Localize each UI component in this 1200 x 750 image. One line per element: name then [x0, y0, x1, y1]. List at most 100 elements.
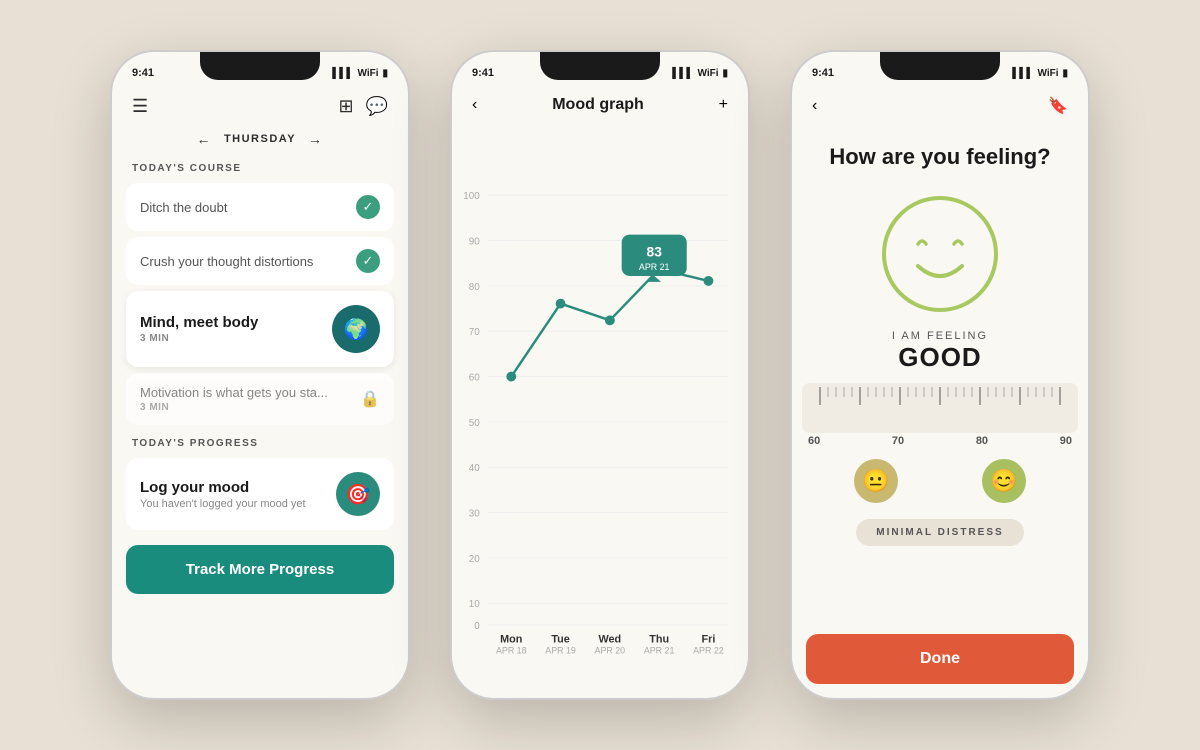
ruler[interactable]: [802, 383, 1078, 433]
next-day-arrow[interactable]: →: [308, 131, 324, 147]
wifi-icon-2: WiFi: [697, 68, 718, 79]
ruler-svg: [802, 387, 1078, 433]
course-item-1[interactable]: Ditch the doubt ✓: [126, 183, 394, 231]
svg-text:30: 30: [469, 508, 480, 519]
section-course-label: TODAY'S COURSE: [112, 153, 408, 180]
svg-text:Tue: Tue: [551, 634, 569, 646]
menu-icon[interactable]: ☰: [132, 96, 148, 117]
battery-icon-3: ▮: [1062, 68, 1068, 79]
ruler-container[interactable]: 60 70 80 90: [792, 383, 1088, 447]
course-sub-3: 3 MIN: [140, 333, 258, 344]
wifi-icon-3: WiFi: [1037, 68, 1058, 79]
signal-icon-3: ▌▌▌: [1012, 68, 1033, 79]
bookmark-icon-3[interactable]: 🔖: [1048, 96, 1068, 116]
header-right-icons: ⊞ 💬: [338, 96, 388, 117]
phone2-header: ‹ Mood graph +: [452, 88, 748, 122]
mood-graph-area: 100 90 80 70 60 50 40 30 20 10 0: [452, 122, 748, 698]
course-item-3-text: Mind, meet body 3 MIN: [140, 314, 258, 344]
course-item-3[interactable]: Mind, meet body 3 MIN 🌍: [126, 291, 394, 367]
neutral-emoji[interactable]: 😐: [854, 459, 898, 503]
svg-text:Wed: Wed: [599, 634, 622, 646]
svg-text:APR 18: APR 18: [496, 646, 527, 656]
course-title-2: Crush your thought distortions: [140, 254, 313, 269]
smiley-face: [880, 194, 1000, 314]
nav-day: ← THURSDAY →: [112, 125, 408, 153]
svg-text:100: 100: [463, 191, 480, 202]
course-item-4: Motivation is what gets you sta... 3 MIN…: [126, 373, 394, 425]
svg-text:40: 40: [469, 463, 480, 474]
track-progress-button[interactable]: Track More Progress: [126, 545, 394, 594]
phone1-content: ☰ ⊞ 💬 ← THURSDAY → TODAY'S COURSE Ditch …: [112, 88, 408, 698]
svg-text:APR 21: APR 21: [644, 646, 675, 656]
distress-badge: MINIMAL DISTRESS: [856, 519, 1023, 546]
svg-text:90: 90: [469, 236, 480, 247]
ruler-label-80: 80: [976, 435, 988, 447]
phone3-content: ‹ 🔖 How are you feeling? I AM FEELING GO…: [792, 88, 1088, 698]
feeling-question: How are you feeling?: [829, 144, 1050, 170]
battery-icon-2: ▮: [722, 68, 728, 79]
svg-text:80: 80: [469, 282, 480, 293]
feeling-label: I AM FEELING: [892, 330, 988, 342]
add-icon-2[interactable]: +: [719, 96, 728, 114]
prev-day-arrow[interactable]: ←: [196, 131, 212, 147]
ruler-label-90: 90: [1060, 435, 1072, 447]
emoji-row: 😐 😊: [792, 447, 1088, 515]
course-title-3: Mind, meet body: [140, 314, 258, 331]
feeling-value: GOOD: [898, 342, 981, 373]
distress-container: MINIMAL DISTRESS: [792, 515, 1088, 546]
mood-chart-svg: 100 90 80 70 60 50 40 30 20 10 0: [462, 126, 738, 698]
phone-1: 9:41 ▌▌▌ WiFi ▮ ☰ ⊞ 💬 ← THURSDAY → TODAY…: [110, 50, 410, 700]
phone-2: 9:41 ▌▌▌ WiFi ▮ ‹ Mood graph + 100 90 80…: [450, 50, 750, 700]
course-item-4-text: Motivation is what gets you sta... 3 MIN: [140, 385, 328, 413]
lock-icon-4: 🔒: [360, 389, 380, 409]
ruler-labels: 60 70 80 90: [802, 433, 1078, 447]
svg-text:50: 50: [469, 418, 480, 429]
signal-icon: ▌▌▌: [332, 68, 353, 79]
done-button[interactable]: Done: [806, 634, 1074, 684]
svg-text:20: 20: [469, 554, 480, 565]
svg-text:Fri: Fri: [702, 634, 716, 646]
wifi-icon: WiFi: [357, 68, 378, 79]
status-icons-1: ▌▌▌ WiFi ▮: [332, 68, 388, 79]
ruler-label-70: 70: [892, 435, 904, 447]
svg-text:0: 0: [474, 621, 480, 632]
back-icon-2[interactable]: ‹: [472, 96, 477, 114]
course-title-1: Ditch the doubt: [140, 200, 227, 215]
phone1-header: ☰ ⊞ 💬: [112, 88, 408, 125]
svg-text:60: 60: [469, 372, 480, 383]
phone3-header: ‹ 🔖: [792, 88, 1088, 124]
calendar-icon[interactable]: ⊞: [338, 96, 353, 117]
ruler-label-60: 60: [808, 435, 820, 447]
phone-3: 9:41 ▌▌▌ WiFi ▮ ‹ 🔖 How are you feeling?…: [790, 50, 1090, 700]
progress-sub: You haven't logged your mood yet: [140, 498, 306, 510]
svg-text:APR 20: APR 20: [595, 646, 626, 656]
phone2-content: ‹ Mood graph + 100 90 80 70 60 50 40 30 …: [452, 88, 748, 698]
check-icon-2: ✓: [356, 249, 380, 273]
svg-text:83: 83: [647, 244, 663, 259]
course-thumb-3: 🌍: [332, 305, 380, 353]
notch: [200, 52, 320, 80]
notch-2: [540, 52, 660, 80]
good-emoji[interactable]: 😊: [982, 459, 1026, 503]
svg-text:70: 70: [469, 327, 480, 338]
section-progress-label: TODAY'S PROGRESS: [112, 428, 408, 455]
course-sub-4: 3 MIN: [140, 402, 328, 413]
back-icon-3[interactable]: ‹: [812, 97, 817, 115]
status-icons-2: ▌▌▌ WiFi ▮: [672, 68, 728, 79]
time-3: 9:41: [812, 67, 834, 79]
day-label: THURSDAY: [224, 133, 296, 145]
progress-title: Log your mood: [140, 479, 306, 496]
mood-graph-title: Mood graph: [552, 96, 644, 114]
signal-icon-2: ▌▌▌: [672, 68, 693, 79]
notch-3: [880, 52, 1000, 80]
svg-text:10: 10: [469, 599, 480, 610]
progress-item[interactable]: Log your mood You haven't logged your mo…: [126, 458, 394, 530]
svg-text:Mon: Mon: [500, 634, 522, 646]
course-item-2[interactable]: Crush your thought distortions ✓: [126, 237, 394, 285]
svg-text:APR 19: APR 19: [545, 646, 576, 656]
chat-icon[interactable]: 💬: [366, 96, 388, 117]
mood-icon: 🎯: [336, 472, 380, 516]
feeling-section: How are you feeling? I AM FEELING GOOD: [792, 124, 1088, 383]
check-icon-1: ✓: [356, 195, 380, 219]
svg-text:APR 21: APR 21: [639, 262, 670, 272]
